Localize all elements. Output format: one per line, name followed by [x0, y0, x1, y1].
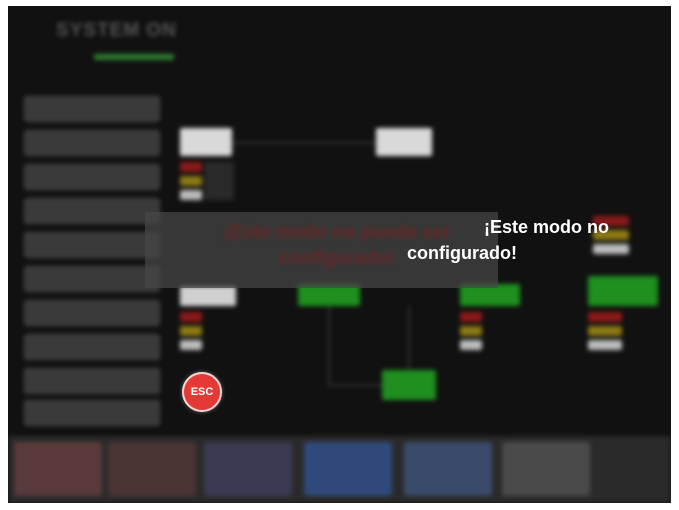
- diagram-node: [376, 128, 432, 156]
- indicator-white: [460, 340, 482, 350]
- menu-button[interactable]: [24, 266, 160, 292]
- diagram-node-green: [382, 370, 436, 400]
- connector-line: [328, 306, 330, 386]
- indicator-yellow: [588, 326, 622, 336]
- dock-app-button[interactable]: [404, 442, 492, 496]
- menu-button[interactable]: [24, 400, 160, 426]
- dock-app-button[interactable]: [14, 442, 102, 496]
- connector-line: [408, 306, 410, 370]
- system-status-bar: [94, 54, 174, 60]
- menu-button[interactable]: [24, 96, 160, 122]
- system-status-title: SYSTEM ON: [56, 20, 177, 41]
- dock-app-button[interactable]: [108, 442, 196, 496]
- indicator-yellow: [180, 326, 202, 336]
- diagram-node: [180, 286, 236, 306]
- error-message-line1: ¡Este modo no: [484, 217, 609, 237]
- menu-button[interactable]: [24, 130, 160, 156]
- menu-button[interactable]: [24, 164, 160, 190]
- menu-button[interactable]: [24, 334, 160, 360]
- menu-button[interactable]: [24, 368, 160, 394]
- indicator-red: [588, 312, 622, 322]
- menu-button[interactable]: [24, 198, 160, 224]
- diagram-node: [180, 128, 232, 156]
- dock-app-button[interactable]: [502, 442, 590, 496]
- diagram-node-green: [588, 276, 658, 306]
- indicator-white: [593, 244, 629, 254]
- app-dock: [8, 436, 671, 503]
- menu-button[interactable]: [24, 300, 160, 326]
- connector-line: [232, 142, 376, 144]
- menu-button[interactable]: [24, 232, 160, 258]
- indicator-white: [588, 340, 622, 350]
- indicator-yellow: [180, 176, 202, 186]
- indicator-yellow: [460, 326, 482, 336]
- indicator-red: [180, 312, 202, 322]
- dock-app-button[interactable]: [304, 442, 392, 496]
- app-screen: SYSTEM ON ¡Este modo no puede ser config…: [8, 6, 671, 503]
- indicator-panel: [204, 162, 234, 200]
- indicator-white: [180, 340, 202, 350]
- dock-app-button[interactable]: [204, 442, 292, 496]
- error-message-line2: configurado!: [407, 243, 517, 263]
- indicator-red: [180, 162, 202, 172]
- esc-button[interactable]: ESC: [182, 372, 222, 412]
- indicator-white: [180, 190, 202, 200]
- indicator-red: [460, 312, 482, 322]
- connector-line: [328, 384, 382, 386]
